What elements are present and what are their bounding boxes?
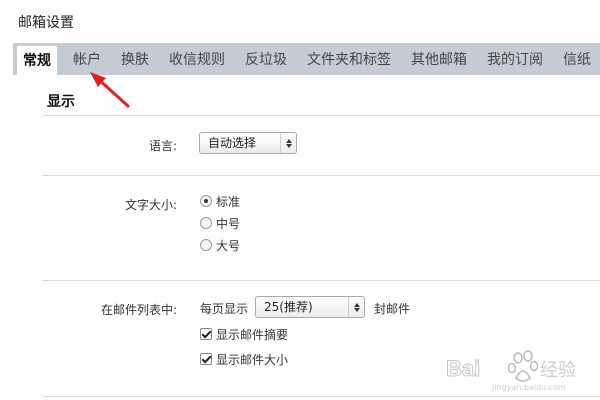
divider — [43, 396, 600, 397]
divider — [43, 175, 600, 176]
radio-label: 大号 — [216, 238, 241, 253]
font-size-label: 文字大小: — [124, 198, 177, 212]
tab-general[interactable]: 常规 — [17, 46, 57, 75]
tab-receive-rules[interactable]: 收信规则 — [169, 43, 225, 75]
show-summary-checkbox[interactable]: 显示邮件摘要 — [200, 326, 288, 342]
divider — [43, 280, 600, 281]
radio-label: 中号 — [216, 216, 241, 231]
select-arrows-icon — [280, 133, 296, 153]
radio-unchecked-icon — [200, 239, 212, 251]
font-size-large-radio[interactable]: 大号 — [200, 237, 240, 253]
settings-content: 显示 语言: 自动选择 文字大小: 标准 中号 大号 在邮件列表中: 每页显示 … — [13, 75, 600, 400]
language-select-value: 自动选择 — [208, 136, 257, 150]
radio-checked-icon — [200, 195, 212, 207]
section-title: 显示 — [47, 94, 75, 110]
per-page-select-value: 25(推荐) — [264, 300, 313, 314]
tab-folders-labels[interactable]: 文件夹和标签 — [307, 43, 391, 75]
language-label: 语言: — [148, 139, 177, 153]
checkbox-checked-icon — [200, 353, 212, 365]
radio-unchecked-icon — [200, 217, 212, 229]
per-page-suffix: 封邮件 — [374, 302, 411, 316]
tab-my-subscriptions[interactable]: 我的订阅 — [487, 43, 543, 75]
page-title: 邮箱设置 — [18, 15, 74, 31]
tab-stationery[interactable]: 信纸 — [563, 43, 591, 75]
radio-label: 标准 — [216, 194, 241, 209]
language-select[interactable]: 自动选择 — [199, 132, 297, 154]
show-size-checkbox[interactable]: 显示邮件大小 — [200, 351, 288, 367]
divider — [43, 115, 600, 116]
tab-account[interactable]: 帐户 — [73, 43, 101, 75]
per-page-select[interactable]: 25(推荐) — [255, 296, 365, 318]
tab-other-mailboxes[interactable]: 其他邮箱 — [411, 43, 467, 75]
font-size-medium-radio[interactable]: 中号 — [200, 215, 240, 231]
per-page-prefix: 每页显示 — [200, 302, 249, 316]
mail-list-label: 在邮件列表中: — [100, 303, 177, 317]
font-size-standard-radio[interactable]: 标准 — [200, 193, 240, 209]
select-arrows-icon — [348, 297, 364, 317]
settings-tab-bar: 常规 帐户 换肤 收信规则 反垃圾 文件夹和标签 其他邮箱 我的订阅 信纸 — [13, 43, 600, 75]
checkbox-label: 显示邮件摘要 — [216, 327, 289, 342]
checkbox-label: 显示邮件大小 — [216, 352, 289, 367]
tab-skin[interactable]: 换肤 — [121, 43, 149, 75]
tab-anti-spam[interactable]: 反垃圾 — [245, 43, 287, 75]
checkbox-checked-icon — [200, 328, 212, 340]
